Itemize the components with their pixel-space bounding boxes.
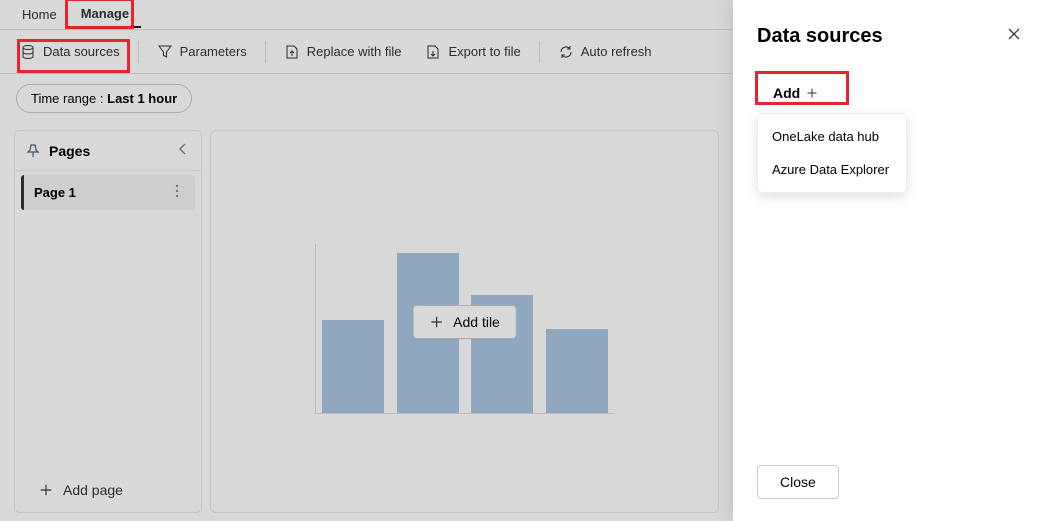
add-tile-button[interactable]: Add tile	[412, 305, 517, 339]
more-icon[interactable]	[169, 183, 185, 202]
pages-sidebar: Pages Page 1 Add page	[14, 130, 202, 513]
plus-icon	[39, 483, 53, 497]
separator	[265, 41, 266, 63]
time-range-label: Time range :	[31, 91, 104, 106]
filter-icon	[157, 44, 173, 60]
separator	[539, 41, 540, 63]
parameters-button[interactable]: Parameters	[147, 38, 257, 66]
chart-bar	[322, 320, 384, 413]
replace-with-file-button[interactable]: Replace with file	[274, 38, 412, 66]
export-to-file-button[interactable]: Export to file	[415, 38, 530, 66]
chart-bar	[546, 329, 608, 414]
plus-icon	[429, 315, 443, 329]
add-data-source-button[interactable]: Add	[757, 77, 834, 109]
page-item-label: Page 1	[34, 185, 76, 200]
main-area: Pages Page 1 Add page Add tile	[0, 122, 733, 521]
export-to-file-label: Export to file	[448, 44, 520, 59]
time-range-chip[interactable]: Time range : Last 1 hour	[16, 84, 192, 113]
auto-refresh-label: Auto refresh	[581, 44, 652, 59]
pin-icon	[25, 143, 41, 159]
panel-header: Data sources	[757, 22, 1026, 51]
add-source-dropdown: OneLake data hub Azure Data Explorer	[757, 113, 907, 193]
replace-file-icon	[284, 44, 300, 60]
replace-with-file-label: Replace with file	[307, 44, 402, 59]
parameters-label: Parameters	[180, 44, 247, 59]
dashboard-canvas: Add tile	[210, 130, 719, 513]
data-sources-panel: Data sources Add OneLake data hub Azure …	[733, 0, 1050, 521]
close-button[interactable]: Close	[757, 465, 839, 499]
data-sources-button[interactable]: Data sources	[10, 38, 130, 66]
data-sources-label: Data sources	[43, 44, 120, 59]
refresh-icon	[558, 44, 574, 60]
panel-title: Data sources	[757, 25, 883, 48]
close-icon[interactable]	[1002, 22, 1026, 51]
export-file-icon	[425, 44, 441, 60]
dropdown-item-azure-data-explorer[interactable]: Azure Data Explorer	[758, 153, 906, 186]
database-icon	[20, 44, 36, 60]
add-label: Add	[773, 85, 800, 101]
add-page-label: Add page	[63, 482, 123, 498]
nav-manage[interactable]: Manage	[69, 2, 141, 28]
chevron-left-icon[interactable]	[175, 141, 191, 160]
auto-refresh-button[interactable]: Auto refresh	[548, 38, 662, 66]
pages-title: Pages	[49, 143, 90, 159]
time-range-value: Last 1 hour	[107, 91, 177, 106]
separator	[138, 41, 139, 63]
add-tile-label: Add tile	[453, 314, 500, 330]
plus-icon	[806, 87, 818, 99]
page-item[interactable]: Page 1	[21, 175, 195, 210]
nav-home[interactable]: Home	[10, 3, 69, 27]
add-page-button[interactable]: Add page	[15, 468, 201, 512]
pages-header: Pages	[15, 131, 201, 171]
dropdown-item-onelake[interactable]: OneLake data hub	[758, 120, 906, 153]
